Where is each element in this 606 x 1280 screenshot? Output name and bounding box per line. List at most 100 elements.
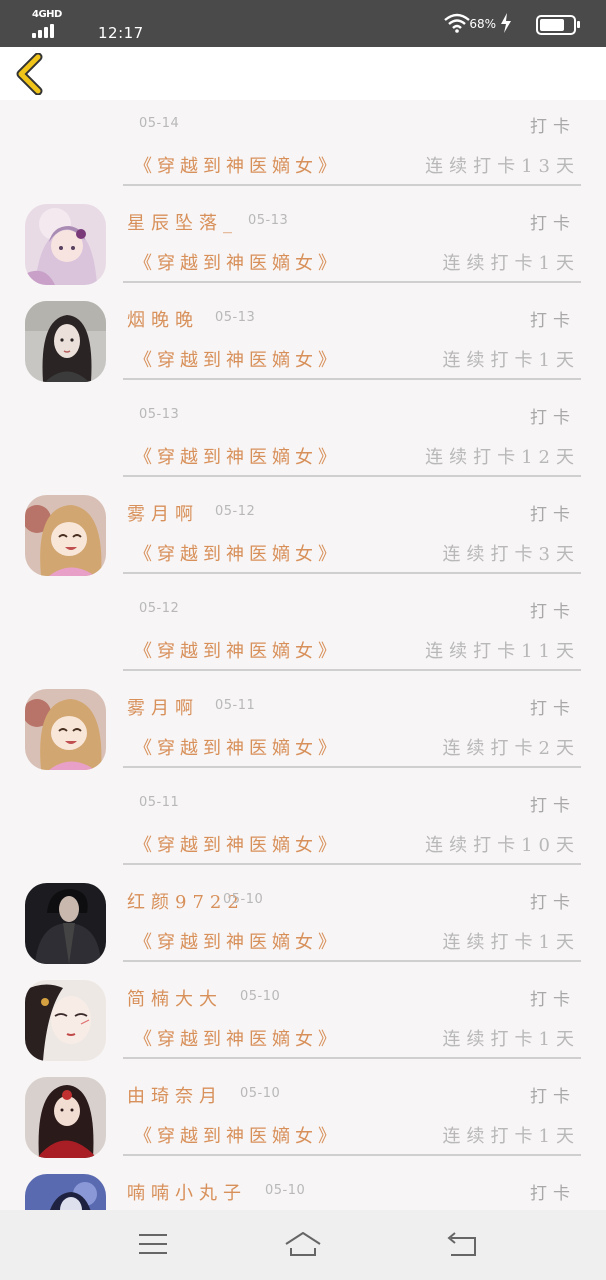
checkin-action: 打卡 [530,311,576,331]
return-icon [447,1232,476,1256]
top-bar [0,47,606,100]
avatar[interactable] [25,1077,106,1158]
signal-icon [32,22,62,38]
user-name[interactable]: 烟晚晚 [127,306,199,332]
divider [123,766,581,768]
checkin-action: 打卡 [530,990,576,1010]
book-title[interactable]: 《穿越到神医嫡女》 [134,152,341,178]
book-title[interactable]: 《穿越到神医嫡女》 [134,637,341,663]
checkin-action: 打卡 [530,117,576,137]
avatar[interactable] [25,495,106,576]
checkin-date: 05-13 [248,213,289,228]
checkin-date: 05-10 [223,892,264,907]
user-name[interactable]: 雾月啊 [127,694,199,720]
list-item[interactable]: 喃喃小丸子 05-10 打卡 [0,1167,606,1210]
charging-icon [501,13,511,33]
network-type: 4GHD [32,9,62,20]
list-item[interactable]: 雾月啊 05-12 打卡 《穿越到神医嫡女》 连续打卡3天 [0,488,606,585]
divider [123,1154,581,1156]
checkin-date: 05-11 [139,795,180,810]
divider [123,669,581,671]
list-item[interactable]: 简楠大大 05-10 打卡 《穿越到神医嫡女》 连续打卡1天 [0,973,606,1070]
checkin-streak: 连续打卡2天 [442,738,580,759]
book-title[interactable]: 《穿越到神医嫡女》 [134,1025,341,1051]
avatar[interactable] [25,301,106,382]
checkin-streak: 连续打卡1天 [442,1029,580,1050]
list-item[interactable]: 星辰坠落_ 05-13 打卡 《穿越到神医嫡女》 连续打卡1天 [0,197,606,294]
checkin-action: 打卡 [530,408,576,428]
back-nav-button[interactable] [443,1230,483,1260]
user-name[interactable]: 雾月啊 [127,500,199,526]
checkin-streak: 连续打卡3天 [442,544,580,565]
checkin-date: 05-10 [265,1183,306,1198]
avatar[interactable] [25,980,106,1061]
book-title[interactable]: 《穿越到神医嫡女》 [134,346,341,372]
checkin-action: 打卡 [530,893,576,913]
menu-button[interactable] [133,1230,173,1260]
wifi-icon [444,13,470,33]
divider [123,378,581,380]
user-name[interactable]: 由琦奈月 [127,1082,223,1108]
book-title[interactable]: 《穿越到神医嫡女》 [134,540,341,566]
checkin-date: 05-10 [240,1086,281,1101]
checkin-date: 05-13 [139,407,180,422]
book-title[interactable]: 《穿越到神医嫡女》 [134,734,341,760]
checkin-date: 05-14 [139,116,180,131]
divider [123,475,581,477]
checkin-streak: 连续打卡1天 [442,253,580,274]
battery-icon [536,15,580,35]
list-item[interactable]: 05-11 打卡 《穿越到神医嫡女》 连续打卡10天 [0,779,606,876]
checkin-streak: 连续打卡12天 [425,447,580,468]
checkin-date: 05-13 [215,310,256,325]
list-item[interactable]: 雾月啊 05-11 打卡 《穿越到神医嫡女》 连续打卡2天 [0,682,606,779]
divider [123,281,581,283]
user-name[interactable]: 简楠大大 [127,985,223,1011]
checkin-streak: 连续打卡10天 [425,835,580,856]
avatar[interactable] [25,204,106,285]
chevron-left-icon [16,52,43,96]
divider [123,572,581,574]
list-item[interactable]: 红颜9722 05-10 打卡 《穿越到神医嫡女》 连续打卡1天 [0,876,606,973]
book-title[interactable]: 《穿越到神医嫡女》 [134,831,341,857]
checkin-date: 05-12 [215,504,256,519]
divider [123,863,581,865]
user-name[interactable]: 喃喃小丸子 [127,1179,247,1205]
divider [123,184,581,186]
checkin-action: 打卡 [530,1184,576,1204]
battery-percent: 68% [469,17,496,31]
status-bar: 4GHD 12:17 68% [0,0,606,47]
checkin-action: 打卡 [530,796,576,816]
checkin-date: 05-10 [240,989,281,1004]
user-name[interactable]: 星辰坠落_ [127,209,238,235]
checkin-streak: 连续打卡1天 [442,932,580,953]
checkin-action: 打卡 [530,602,576,622]
back-button[interactable] [12,52,52,96]
clock: 12:17 [98,24,144,42]
avatar[interactable] [25,883,106,964]
checkin-action: 打卡 [530,505,576,525]
checkin-list[interactable]: 05-14 打卡 《穿越到神医嫡女》 连续打卡13天 星辰坠落_ 05-13 打… [0,100,606,1210]
list-item[interactable]: 05-14 打卡 《穿越到神医嫡女》 连续打卡13天 [0,100,606,197]
checkin-streak: 连续打卡13天 [425,156,580,177]
menu-icon [139,1234,167,1254]
list-item[interactable]: 烟晚晚 05-13 打卡 《穿越到神医嫡女》 连续打卡1天 [0,294,606,391]
divider [123,1057,581,1059]
avatar[interactable] [25,689,106,770]
checkin-date: 05-11 [215,698,256,713]
list-item[interactable]: 05-13 打卡 《穿越到神医嫡女》 连续打卡12天 [0,391,606,488]
system-nav-bar [0,1210,606,1280]
home-icon [285,1232,321,1256]
book-title[interactable]: 《穿越到神医嫡女》 [134,1122,341,1148]
list-item[interactable]: 由琦奈月 05-10 打卡 《穿越到神医嫡女》 连续打卡1天 [0,1070,606,1167]
checkin-streak: 连续打卡1天 [442,1126,580,1147]
book-title[interactable]: 《穿越到神医嫡女》 [134,249,341,275]
list-item[interactable]: 05-12 打卡 《穿越到神医嫡女》 连续打卡11天 [0,585,606,682]
book-title[interactable]: 《穿越到神医嫡女》 [134,443,341,469]
book-title[interactable]: 《穿越到神医嫡女》 [134,928,341,954]
checkin-action: 打卡 [530,214,576,234]
checkin-action: 打卡 [530,699,576,719]
checkin-date: 05-12 [139,601,180,616]
avatar[interactable] [25,1174,106,1210]
home-button[interactable] [283,1230,323,1260]
divider [123,960,581,962]
